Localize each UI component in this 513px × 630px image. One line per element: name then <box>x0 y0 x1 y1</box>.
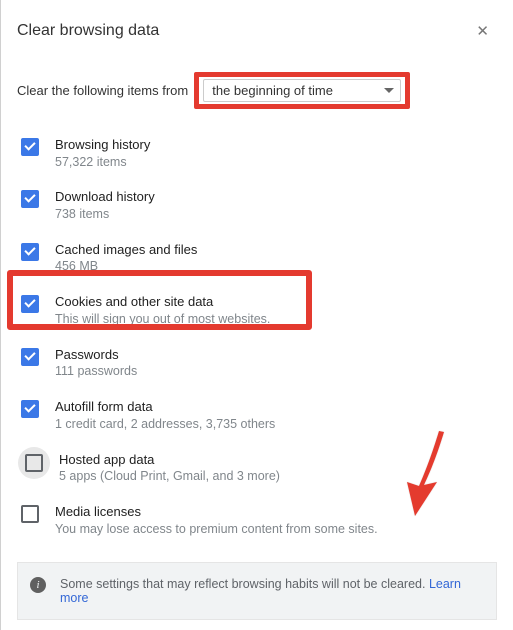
item-sub: 5 apps (Cloud Print, Gmail, and 3 more) <box>59 468 280 485</box>
item-title: Download history <box>55 188 155 206</box>
clear-browsing-data-dialog: Clear browsing data ✕ Clear the followin… <box>0 0 513 630</box>
item-title: Browsing history <box>55 136 150 154</box>
item-cookies[interactable]: Cookies and other site data This will si… <box>17 284 497 336</box>
item-sub: 57,322 items <box>55 154 150 171</box>
checkbox-autofill[interactable] <box>21 400 39 418</box>
item-title: Autofill form data <box>55 398 275 416</box>
dialog-title: Clear browsing data <box>17 22 159 40</box>
item-sub: 738 items <box>55 206 155 223</box>
time-range-label: Clear the following items from <box>17 83 188 98</box>
item-title: Passwords <box>55 346 137 364</box>
item-sub: 456 MB <box>55 258 197 275</box>
title-row: Clear browsing data ✕ <box>17 18 497 44</box>
time-range-row: Clear the following items from the begin… <box>17 72 497 109</box>
checkbox-passwords[interactable] <box>21 348 39 366</box>
checkbox-browsing-history[interactable] <box>21 138 39 156</box>
checkbox-cached[interactable] <box>21 243 39 261</box>
item-sub: You may lose access to premium content f… <box>55 521 378 538</box>
item-media-licenses[interactable]: Media licenses You may lose access to pr… <box>17 494 497 546</box>
checkbox-media-licenses[interactable] <box>21 505 39 523</box>
time-range-select[interactable]: the beginning of time <box>203 79 401 102</box>
item-sub: This will sign you out of most websites. <box>55 311 270 328</box>
item-title: Cookies and other site data <box>55 293 270 311</box>
checkbox-hosted-app-data[interactable] <box>18 447 50 479</box>
item-title: Hosted app data <box>59 451 280 469</box>
time-range-value: the beginning of time <box>212 83 333 98</box>
footer-text: Some settings that may reflect browsing … <box>60 577 429 591</box>
item-sub: 1 credit card, 2 addresses, 3,735 others <box>55 416 275 433</box>
annotation-highlight-time-range: the beginning of time <box>194 72 410 109</box>
item-sub: 111 passwords <box>55 363 137 380</box>
item-title: Media licenses <box>55 503 378 521</box>
data-types-list: Browsing history 57,322 items Download h… <box>17 127 497 546</box>
item-browsing-history[interactable]: Browsing history 57,322 items <box>17 127 497 179</box>
item-passwords[interactable]: Passwords 111 passwords <box>17 337 497 389</box>
checkbox-cookies[interactable] <box>21 295 39 313</box>
item-download-history[interactable]: Download history 738 items <box>17 179 497 231</box>
footer-note: i Some settings that may reflect browsin… <box>17 562 497 620</box>
close-icon[interactable]: ✕ <box>468 18 497 44</box>
item-cached-images-files[interactable]: Cached images and files 456 MB <box>17 232 497 284</box>
info-icon: i <box>30 577 46 593</box>
item-title: Cached images and files <box>55 241 197 259</box>
chevron-down-icon <box>384 88 394 93</box>
checkbox-download-history[interactable] <box>21 190 39 208</box>
item-autofill[interactable]: Autofill form data 1 credit card, 2 addr… <box>17 389 497 441</box>
footer-text-wrap: Some settings that may reflect browsing … <box>60 577 484 605</box>
item-hosted-app-data[interactable]: Hosted app data 5 apps (Cloud Print, Gma… <box>17 442 497 494</box>
